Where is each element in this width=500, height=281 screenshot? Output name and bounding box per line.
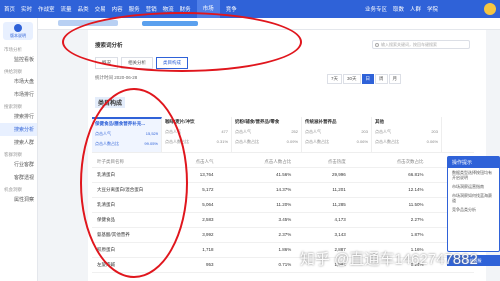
stat-time: 统计时间 2020-06-28 xyxy=(95,75,138,80)
sidebar-item[interactable]: 监控看板 xyxy=(0,53,37,66)
nav-item[interactable]: 首页 xyxy=(4,5,15,13)
nav-item[interactable]: 作战室 xyxy=(38,5,55,13)
operation-tips-panel: 操作提示 数据类型选择按钮均有开启说明 市场洞察运营指南 市场洞察如何找蓝海赛道 竞争品… xyxy=(447,156,500,252)
metric-value: 0.06% xyxy=(356,139,368,144)
column-header[interactable]: 点击次数占比 xyxy=(348,157,427,168)
column-header[interactable]: 点击热度 xyxy=(294,157,349,168)
metric-label: 点击人气 xyxy=(305,129,321,134)
metric-value: 0.06% xyxy=(426,139,438,144)
category-card[interactable]: 传统滋补营养品 点击人气 203 点击人数占比 0.06% xyxy=(302,117,372,152)
table-cell: 11,201 xyxy=(294,182,349,198)
watermark: 知乎 @直通车1462747882 xyxy=(300,251,478,268)
tip-link[interactable]: 市场洞察运营指南 xyxy=(448,182,499,191)
card-name: 奶粉/辅食/营养品/零食 xyxy=(235,119,280,124)
table-cell: 14.37% xyxy=(216,182,295,198)
category-card[interactable]: 奶粉/辅食/营养品/零食 点击人气 252 点击人数占比 0.09% xyxy=(232,117,302,152)
nav-item[interactable]: 竞争 xyxy=(226,5,237,13)
top-nav-bar: 首页 实时 作战室 流量 品类 交易 内容 服务 营销 物流 财务 市场 竞争 业务专区 取数 人群 学院 xyxy=(0,0,500,18)
metric-label: 点击人气 xyxy=(235,129,251,134)
sidebar-group-label: 供给洞察 xyxy=(4,69,22,74)
version-logo[interactable]: 版本说明 xyxy=(3,22,33,40)
sidebar-item[interactable]: 行业客群 xyxy=(0,158,37,171)
nav-right-group: 业务专区 取数 人群 学院 xyxy=(359,5,438,13)
table-cell: 0.71% xyxy=(216,257,295,273)
column-header[interactable]: 点击人数占比 xyxy=(216,157,295,168)
metric-label: 点击人数占比 xyxy=(375,139,399,144)
table-cell: 11.50% xyxy=(348,197,427,213)
nav-item[interactable]: 品类 xyxy=(78,5,89,13)
metric-label: 点击人数占比 xyxy=(305,139,329,144)
card-metric: 点击人气 203 xyxy=(375,129,438,135)
sidebar-item[interactable]: 市场排行 xyxy=(0,88,37,101)
period-selector: 7天 30天日周月 xyxy=(326,74,402,84)
table-cell: 3,143 xyxy=(294,227,349,243)
nav-right-item[interactable]: 业务专区 xyxy=(365,5,387,13)
nav-right-item[interactable]: 人群 xyxy=(410,5,421,13)
nav-item[interactable]: 流量 xyxy=(61,5,72,13)
sidebar-group-label: 搜索洞察 xyxy=(4,104,22,109)
metric-value: 203 xyxy=(361,129,368,134)
sidebar-item[interactable]: 搜索人群 xyxy=(0,136,37,149)
card-name: 其他 xyxy=(375,119,384,124)
table-cell: 2.37% xyxy=(216,227,295,243)
sidebar-item[interactable]: 市场大盘 xyxy=(0,75,37,88)
card-name: 传统滋补营养品 xyxy=(305,119,337,124)
table-cell: 4,173 xyxy=(294,212,349,228)
annotation-circle-left xyxy=(80,88,188,278)
period-button[interactable]: 30天 xyxy=(343,74,361,84)
table-cell: 12.14% xyxy=(348,182,427,198)
period-button[interactable]: 日 xyxy=(361,74,375,84)
sidebar-group-label: 客群洞察 xyxy=(4,152,22,157)
period-button[interactable]: 月 xyxy=(388,74,402,84)
nav-right-item[interactable]: 学院 xyxy=(427,5,438,13)
table-cell: 29,996 xyxy=(294,167,349,183)
metric-label: 点击人气 xyxy=(375,129,391,134)
sidebar-item[interactable]: 搜索分析 xyxy=(0,123,37,136)
nav-item[interactable]: 内容 xyxy=(112,5,123,13)
metric-value: 0.31% xyxy=(216,139,228,144)
nav-item[interactable]: 实时 xyxy=(21,5,32,13)
table-cell: 11.20% xyxy=(216,197,295,213)
table-cell: 1.86% xyxy=(216,242,295,258)
tip-link[interactable]: 市场洞察如何找蓝海赛道 xyxy=(448,191,499,205)
card-metric: 点击人数占比 0.06% xyxy=(375,139,438,145)
table-cell: 3.45% xyxy=(216,212,295,228)
card-metric: 点击人气 252 xyxy=(235,129,298,135)
metric-value: 477 xyxy=(221,129,228,134)
sidebar-item[interactable]: 搜索排行 xyxy=(0,110,37,123)
nav-item[interactable]: 交易 xyxy=(95,5,106,13)
metric-value: 252 xyxy=(291,129,298,134)
search-icon xyxy=(375,43,379,47)
card-metric: 点击人数占比 0.09% xyxy=(235,139,298,145)
sidebar-item[interactable]: 客群透视 xyxy=(0,171,37,184)
period-button[interactable]: 周 xyxy=(375,74,388,84)
annotation-circle-top xyxy=(62,12,302,72)
card-metric: 点击人数占比 0.06% xyxy=(305,139,368,145)
nav-right-item[interactable]: 取数 xyxy=(393,5,404,13)
table-cell: 953 xyxy=(162,257,217,273)
nav-item[interactable]: 服务 xyxy=(129,5,140,13)
table-cell: 1.87% xyxy=(348,227,427,243)
search-input[interactable]: 输入搜索关键词，按回车键搜索 xyxy=(372,40,470,49)
avatar[interactable] xyxy=(484,3,496,15)
card-metric: 点击人气 203 xyxy=(305,129,368,135)
table-cell: 66.81% xyxy=(348,167,427,183)
metric-value: 203 xyxy=(431,129,438,134)
tip-link[interactable]: 数据类型选择按钮均有开启说明 xyxy=(448,168,499,182)
metric-value: 0.09% xyxy=(286,139,298,144)
category-card[interactable]: 其他点击人气 203 点击人数占比 0.06% xyxy=(372,117,442,152)
table-cell: 11,285 xyxy=(294,197,349,213)
tip-link[interactable]: 竞争品类分析 xyxy=(448,205,499,214)
period-button[interactable]: 7天 xyxy=(327,74,343,84)
tips-title: 操作提示 xyxy=(448,157,499,168)
table-cell: 41.56% xyxy=(216,167,295,183)
metric-label: 点击人数占比 xyxy=(235,139,259,144)
sidebar: 版本说明 市场分析 监控看板供给洞察 市场大盘 市场排行搜索洞察 搜索排行 搜索分析 搜索人… xyxy=(0,18,38,281)
sidebar-group-label: 市场分析 xyxy=(4,47,22,52)
search-placeholder: 输入搜索关键词，按回车键搜索 xyxy=(381,42,437,47)
sidebar-group-label: 机会洞察 xyxy=(4,187,22,192)
sidebar-item[interactable]: 属性洞察 xyxy=(0,193,37,206)
table-cell: 2.27% xyxy=(348,212,427,228)
